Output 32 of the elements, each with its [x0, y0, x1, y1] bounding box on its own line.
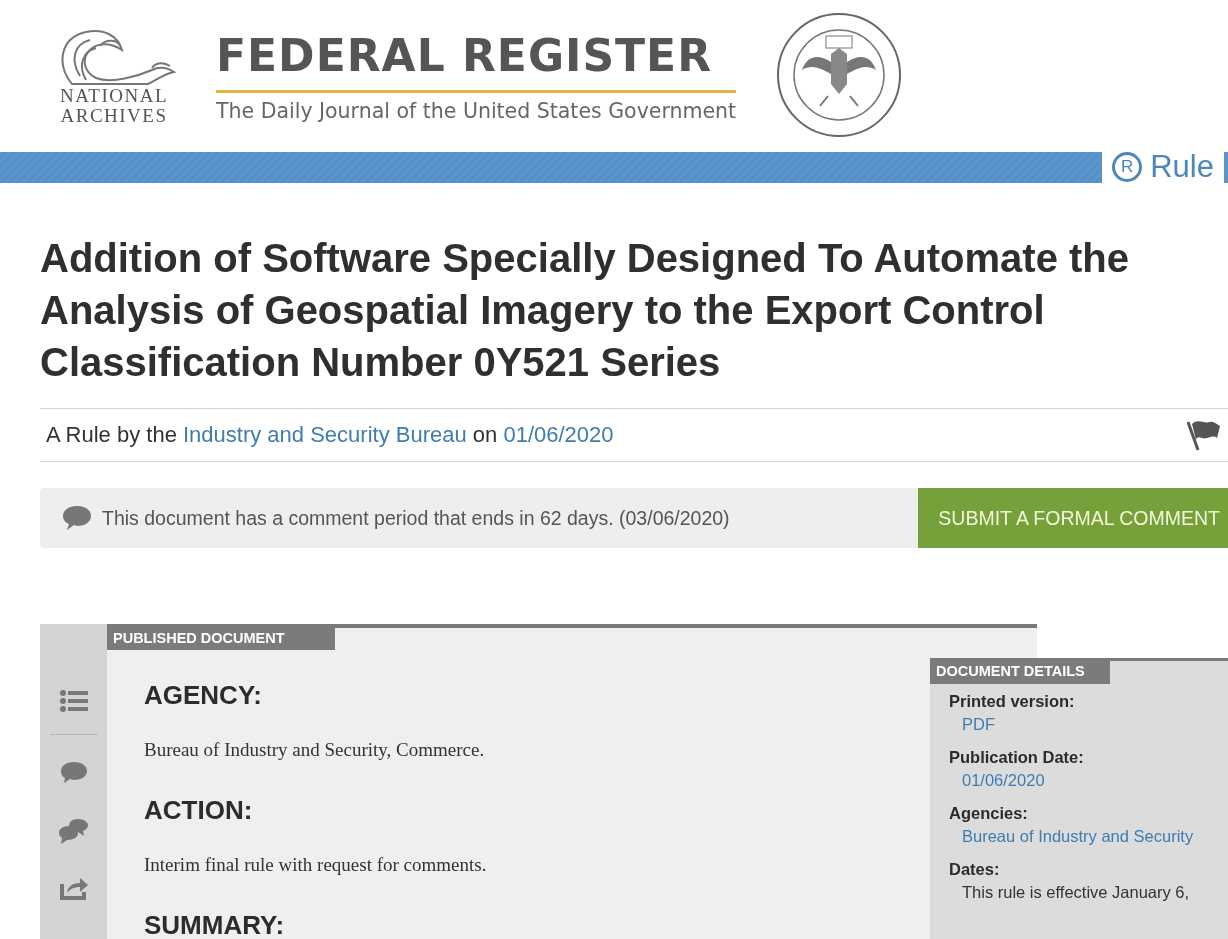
document-title: Addition of Software Specially Designed To Automate the Analysis of Geospatial Imagery to the Export Control Classification Number 0Y521 Series	[40, 235, 1130, 386]
submit-comment-button[interactable]: SUBMIT A FORMAL COMMENT	[918, 488, 1228, 548]
seal-icon	[776, 12, 903, 138]
list-icon[interactable]	[59, 690, 88, 712]
byline: A Rule by the Industry and Security Bureau on 01/06/2020	[46, 422, 614, 448]
comment-icon	[62, 505, 92, 531]
detail-link[interactable]: PDF	[962, 715, 995, 733]
detail-value: This rule is effective January 6,	[962, 883, 1190, 901]
section-text: Interim final rule with request for comments.	[144, 854, 487, 876]
agency-link[interactable]: Industry and Security Bureau	[183, 422, 467, 447]
date-link[interactable]: 01/06/2020	[503, 422, 614, 447]
detail-label: Publication Date:	[949, 748, 1085, 767]
detail-label: Dates:	[949, 860, 1001, 879]
share-icon[interactable]	[59, 877, 88, 900]
section-heading: SUMMARY:	[144, 910, 285, 939]
site-title[interactable]: FEDERAL REGISTER	[216, 27, 737, 93]
detail-link[interactable]: Bureau of Industry and Security	[962, 827, 1194, 845]
document-type-icon: R	[1112, 152, 1143, 182]
flag-icon[interactable]	[1186, 418, 1222, 452]
section-heading: AGENCY:	[144, 680, 262, 711]
tagline: The Daily Journal of the United States Government	[216, 98, 737, 123]
document-type-label: Rule	[1150, 149, 1214, 185]
logo-text: NATIONAL	[59, 86, 168, 106]
detail-label: Agencies:	[949, 804, 1029, 823]
section-text: Bureau of Industry and Security, Commerce.	[144, 739, 485, 761]
section-heading: ACTION:	[144, 795, 253, 826]
comment-icon[interactable]	[59, 761, 88, 784]
comment-period-notice: This document has a comment period that ends in 62 days. (03/06/2020)	[102, 506, 730, 530]
detail-link[interactable]: 01/06/2020	[962, 771, 1045, 789]
logo-text: ARCHIVES	[60, 106, 168, 126]
comments-icon[interactable]	[58, 818, 89, 845]
detail-label: Printed version:	[949, 692, 1076, 711]
